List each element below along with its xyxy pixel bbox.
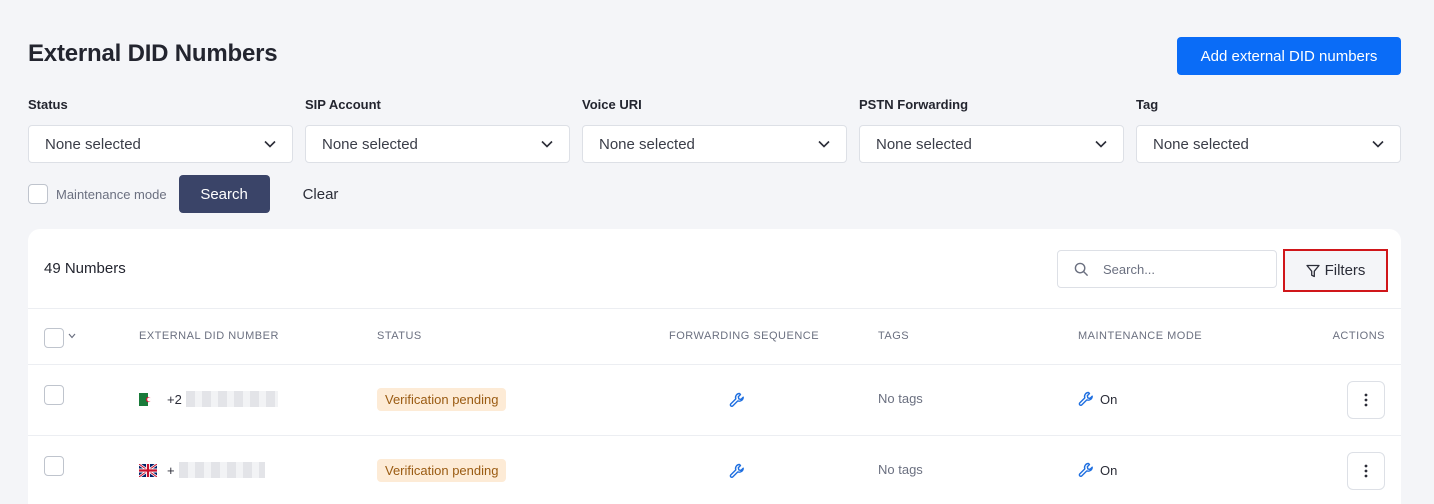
row-checkbox[interactable] (44, 385, 64, 405)
did-number: +2 (167, 391, 182, 407)
search-icon (1074, 262, 1089, 276)
maintenance-mode-value: On (1100, 391, 1118, 407)
column-header-tags: TAGS (878, 330, 910, 342)
row-actions-button[interactable] (1347, 381, 1385, 419)
numbers-table-card: 49 Numbers Filters EXTERNAL DID NUMBER S… (28, 229, 1401, 504)
filters-row: Status None selected SIP Account None se… (28, 97, 1401, 163)
forwarding-sequence-cell (729, 392, 745, 408)
chevron-down-icon (818, 140, 830, 148)
filter-tag: Tag None selected (1136, 97, 1401, 163)
wrench-icon (1078, 391, 1093, 406)
status-select-value: None selected (45, 135, 141, 153)
kebab-menu-icon (1364, 464, 1368, 478)
did-number: + (167, 462, 175, 478)
chevron-down-icon (264, 140, 276, 148)
row-checkbox[interactable] (44, 456, 64, 476)
sip-account-select[interactable]: None selected (305, 125, 570, 163)
pstn-forwarding-select-value: None selected (876, 135, 972, 153)
forwarding-sequence-cell (729, 463, 745, 479)
wrench-icon (1078, 462, 1093, 477)
tag-select[interactable]: None selected (1136, 125, 1401, 163)
column-header-number: EXTERNAL DID NUMBER (139, 330, 279, 342)
wrench-icon[interactable] (729, 392, 745, 408)
voice-uri-select[interactable]: None selected (582, 125, 847, 163)
table-search-box[interactable] (1057, 250, 1277, 288)
clear-button[interactable]: Clear (303, 186, 339, 203)
did-number-cell: + (139, 462, 265, 478)
redacted-number (185, 391, 278, 407)
did-number-cell: +2 (139, 391, 278, 407)
kebab-menu-icon (1364, 393, 1368, 407)
search-button[interactable]: Search (178, 175, 270, 213)
table-row: + Verification pending No tags On (28, 436, 1401, 504)
algeria-flag-icon (139, 392, 157, 406)
numbers-count: 49 Numbers (44, 260, 126, 277)
tags-cell: No tags (878, 391, 923, 406)
chevron-down-icon[interactable] (68, 333, 76, 339)
tag-select-value: None selected (1153, 135, 1249, 153)
page-title: External DID Numbers (28, 40, 278, 67)
column-header-actions: ACTIONS (1332, 330, 1385, 342)
filter-pstn-forwarding-label: PSTN Forwarding (859, 97, 969, 112)
status-badge: Verification pending (377, 388, 507, 411)
uk-flag-icon (139, 463, 157, 477)
wrench-icon[interactable] (729, 463, 745, 479)
status-badge: Verification pending (377, 459, 507, 482)
maintenance-mode-checkbox[interactable] (28, 184, 48, 204)
tags-value: No tags (878, 462, 923, 477)
chevron-down-icon (1372, 140, 1384, 148)
maintenance-filter-row: Maintenance mode Search Clear (28, 175, 338, 213)
column-header-status: STATUS (377, 330, 422, 342)
select-all-checkbox[interactable] (44, 328, 64, 348)
filter-voice-uri: Voice URI None selected (582, 97, 847, 163)
row-actions-button[interactable] (1347, 452, 1385, 490)
column-header-maintenance-mode: MAINTENANCE MODE (1078, 330, 1203, 342)
column-header-forwarding-sequence: FORWARDING SEQUENCE (669, 330, 820, 342)
maintenance-mode-value: On (1100, 462, 1118, 478)
table-header: EXTERNAL DID NUMBER STATUS FORWARDING SE… (28, 309, 1401, 365)
redacted-number (178, 462, 265, 478)
tags-value: No tags (878, 391, 923, 406)
filters-button[interactable]: Filters (1283, 249, 1388, 292)
filter-sip-account-label: SIP Account (305, 97, 381, 112)
voice-uri-select-value: None selected (599, 135, 695, 153)
filter-sip-account: SIP Account None selected (305, 97, 570, 163)
tags-cell: No tags (878, 462, 923, 477)
maintenance-mode-cell[interactable]: On (1078, 462, 1117, 478)
chevron-down-icon (1095, 140, 1107, 148)
chevron-down-icon (541, 140, 553, 148)
table-row: +2 Verification pending No tags On (28, 365, 1401, 435)
actions-cell (1347, 452, 1385, 490)
sip-account-select-value: None selected (322, 135, 418, 153)
table-search-input[interactable] (1103, 261, 1263, 277)
actions-cell (1347, 381, 1385, 419)
status-cell: Verification pending (377, 459, 507, 482)
maintenance-mode-label: Maintenance mode (56, 186, 167, 202)
filter-status-label: Status (28, 97, 68, 112)
filter-funnel-icon (1305, 264, 1320, 277)
filter-voice-uri-label: Voice URI (582, 97, 642, 112)
pstn-forwarding-select[interactable]: None selected (859, 125, 1124, 163)
add-external-did-button[interactable]: Add external DID numbers (1177, 37, 1401, 75)
status-cell: Verification pending (377, 388, 507, 411)
filter-tag-label: Tag (1136, 97, 1159, 112)
maintenance-mode-cell[interactable]: On (1078, 391, 1117, 407)
status-select[interactable]: None selected (28, 125, 293, 163)
filter-status: Status None selected (28, 97, 293, 163)
filter-pstn-forwarding: PSTN Forwarding None selected (859, 97, 1124, 163)
filters-button-label: Filters (1324, 262, 1366, 279)
